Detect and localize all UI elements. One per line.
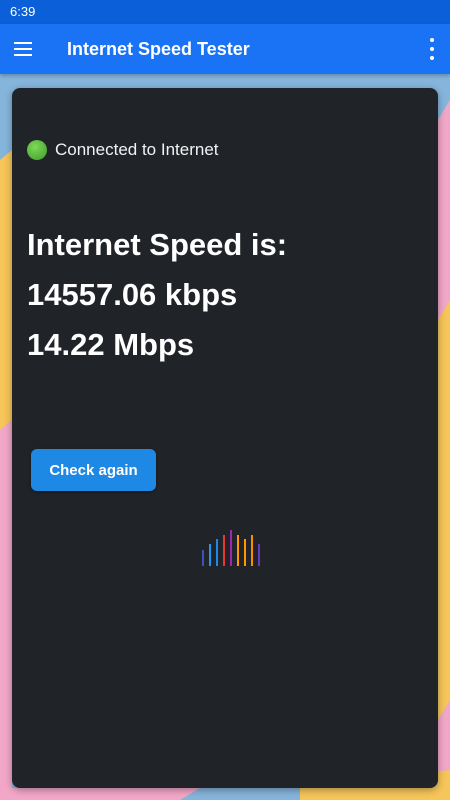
- loading-bars-icon: [202, 526, 272, 566]
- connection-status: Connected to Internet: [27, 140, 219, 160]
- loader-bar: [244, 539, 246, 566]
- connection-indicator-icon: [27, 140, 47, 160]
- speed-result: Internet Speed is: 14557.06 kbps 14.22 M…: [27, 220, 287, 370]
- more-vert-icon[interactable]: [426, 38, 438, 60]
- connection-status-text: Connected to Internet: [55, 140, 219, 159]
- speed-card: Connected to Internet Internet Speed is:…: [12, 88, 438, 788]
- loader-bar: [209, 544, 211, 566]
- app-title: Internet Speed Tester: [67, 39, 250, 59]
- loader-bar: [230, 530, 232, 566]
- loader-bar: [258, 544, 260, 566]
- check-again-button[interactable]: Check again: [31, 449, 156, 491]
- loader-bar: [202, 550, 204, 566]
- loader-bar: [251, 535, 253, 566]
- loader-bar: [216, 539, 218, 566]
- speed-mbps: 14.22 Mbps: [27, 327, 195, 362]
- app-bar: Internet Speed Tester: [0, 24, 450, 74]
- loader-bar: [237, 535, 239, 566]
- hamburger-menu-icon[interactable]: [14, 37, 38, 61]
- loader-bar: [223, 535, 225, 566]
- status-time: 6:39: [10, 4, 36, 19]
- speed-kbps: 14557.06 kbps: [27, 277, 238, 312]
- speed-heading: Internet Speed is:: [27, 227, 288, 262]
- status-bar: 6:39: [0, 0, 450, 24]
